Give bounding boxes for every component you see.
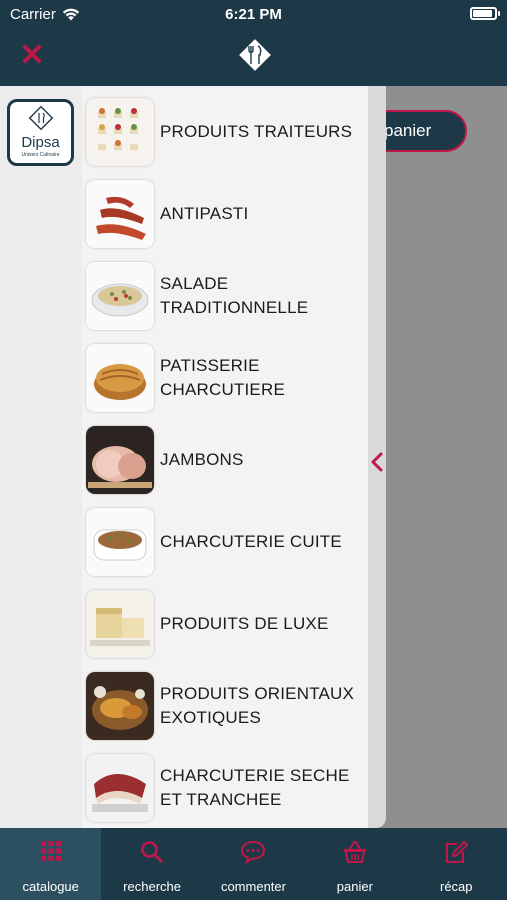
tab-bar: catalogue recherche commenter panier réc… — [0, 828, 507, 900]
brand-name: Dipsa — [21, 134, 60, 151]
petits-fours-image — [86, 98, 154, 166]
tab-recap[interactable]: récap — [406, 828, 507, 900]
close-icon[interactable] — [22, 44, 42, 64]
antipasti-image — [86, 180, 154, 248]
status-bar: Carrier 6:21 PM — [0, 0, 507, 28]
brand-mark-icon — [28, 105, 54, 131]
category-label: JAMBONS — [160, 450, 244, 469]
grid-icon — [40, 841, 61, 861]
comment-icon — [241, 840, 266, 864]
foie-gras-image — [86, 590, 154, 658]
brand-tagline: Univers Culinaire — [21, 152, 60, 158]
category-label: PRODUITS TRAITEURS — [160, 122, 353, 141]
tab-recherche[interactable]: recherche — [101, 828, 202, 900]
pastry-image — [86, 344, 154, 412]
category-item[interactable]: CHARCUTERIE CUITE — [86, 508, 366, 576]
search-icon — [141, 841, 163, 863]
oriental-dish-image — [86, 672, 154, 740]
category-label: ANTIPASTI — [160, 204, 249, 223]
tab-label: commenter — [220, 879, 286, 894]
brand-column — [0, 86, 82, 828]
category-label: PRODUITS ORIENTAUX EXOTIQUES — [160, 684, 355, 727]
battery-icon — [470, 7, 500, 20]
dry-sausage-image — [86, 754, 154, 822]
category-label: PRODUITS DE LUXE — [160, 614, 329, 633]
category-label: CHARCUTERIE SECHE ET TRANCHEE — [160, 766, 350, 809]
category-label: SALADE TRADITIONNELLE — [160, 274, 309, 317]
tab-label: recherche — [123, 879, 181, 894]
restaurant-logo-icon — [236, 36, 274, 74]
tab-catalogue[interactable]: catalogue — [0, 828, 102, 900]
category-item[interactable]: PATISSERIE CHARCUTIERE — [86, 344, 366, 412]
category-item[interactable]: PRODUITS TRAITEURS — [86, 98, 366, 166]
category-item[interactable]: PRODUITS ORIENTAUX EXOTIQUES — [86, 672, 366, 740]
tab-label: récap — [439, 879, 473, 894]
category-item[interactable]: ANTIPASTI — [86, 180, 366, 248]
basket-icon — [343, 841, 366, 863]
tab-commenter[interactable]: commenter — [203, 828, 304, 900]
top-bar: Carrier 6:21 PM — [0, 0, 507, 86]
category-item[interactable]: SALADE TRADITIONNELLE — [86, 262, 366, 330]
terrine-image — [86, 508, 154, 576]
tab-label: catalogue — [22, 879, 79, 894]
brand-logo[interactable]: Dipsa Univers Culinaire — [7, 99, 74, 166]
category-label: CHARCUTERIE CUITE — [160, 532, 342, 551]
category-item[interactable]: PRODUITS DE LUXE — [86, 590, 366, 658]
tab-panier[interactable]: panier — [304, 828, 405, 900]
category-item[interactable]: CHARCUTERIE SECHE ET TRANCHEE — [86, 754, 366, 822]
chevron-left-icon[interactable] — [370, 452, 384, 472]
status-time: 6:21 PM — [225, 6, 282, 23]
category-label: PATISSERIE CHARCUTIERE — [160, 356, 285, 399]
tab-label: panier — [336, 879, 373, 894]
salad-image — [86, 262, 154, 330]
ham-image — [86, 426, 154, 494]
edit-icon — [446, 841, 469, 863]
category-item[interactable]: JAMBONS — [86, 426, 366, 494]
